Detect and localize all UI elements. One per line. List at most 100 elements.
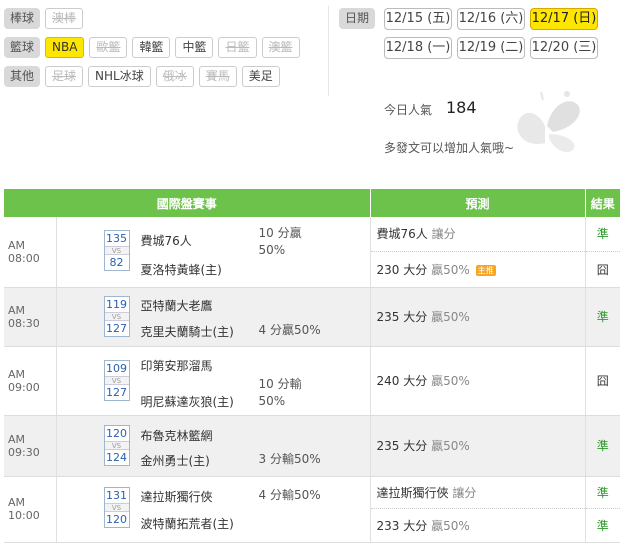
- result-badge: 準: [585, 476, 621, 509]
- date-row-2: 12/18 (一) 12/19 (二) 12/20 (三): [384, 37, 604, 59]
- table-row: AM 09:30 120 VS 124 布魯克林籃網 金州勇士(主) 3 分輸5…: [4, 415, 621, 477]
- date-button-1220[interactable]: 12/20 (三): [530, 37, 598, 59]
- prediction-main: 235 大分: [376, 439, 428, 453]
- date-button-1219[interactable]: 12/19 (二): [457, 37, 525, 59]
- odds-line: 4 分輸50%: [258, 487, 321, 502]
- date-label: 日期: [339, 8, 376, 29]
- recommended-badge: 主推: [475, 264, 496, 276]
- score-home: 120: [106, 512, 127, 526]
- prediction-odds: 贏50%: [431, 518, 470, 533]
- tag-euro-basketball: 歐籃: [89, 37, 128, 58]
- butterfly-logo-icon: [517, 91, 580, 153]
- score-home: 124: [106, 450, 127, 464]
- prediction-type: 讓分: [452, 485, 477, 500]
- game-time: AM 10:00: [4, 476, 57, 543]
- prediction: 235 大分 贏50%: [370, 287, 586, 347]
- score-box: 131 VS 120: [103, 486, 130, 528]
- odds-line: 4 分贏50%: [258, 322, 321, 337]
- date-button-1218[interactable]: 12/18 (一): [384, 37, 452, 59]
- tag-soccer: 足球: [45, 66, 84, 87]
- prediction-main: 費城76人: [376, 227, 428, 242]
- tag-horse-racing: 賽馬: [198, 66, 237, 87]
- team-away[interactable]: 印第安那溜馬: [141, 357, 213, 374]
- prediction-main: 達拉斯獨行俠: [376, 485, 449, 500]
- tag-china-basketball[interactable]: 中籃: [175, 37, 214, 58]
- header-result: 結果: [585, 189, 621, 217]
- team-home[interactable]: 明尼蘇達灰狼(主): [141, 393, 234, 410]
- date-button-1215[interactable]: 12/15 (五): [384, 8, 452, 30]
- prediction-odds: 贏50%: [431, 439, 470, 453]
- score-box: 120 VS 124: [103, 424, 130, 466]
- header-predict: 預測: [370, 189, 586, 217]
- tag-nhl[interactable]: NHL冰球: [88, 66, 151, 87]
- prediction: 費城76人 讓分: [370, 217, 586, 252]
- match-cell: 135 VS 82 費城76人 夏洛特黃蜂(主) 10 分贏 50%: [56, 217, 371, 288]
- score-away: 135: [106, 232, 127, 245]
- odds-line: 3 分輸50%: [258, 451, 321, 466]
- team-away[interactable]: 費城76人: [141, 232, 192, 249]
- team-away[interactable]: 亞特蘭大老鷹: [141, 297, 213, 314]
- tag-japan-basketball: 日籃: [218, 37, 257, 58]
- popularity-count: 184: [446, 98, 477, 117]
- score-home: 127: [106, 321, 127, 335]
- category-row-basketball: 籃球 NBA 歐籃 韓籃 中籃 日籃 澳籃: [4, 37, 300, 58]
- table-row: AM 08:30 119 VS 127 亞特蘭大老鷹 克里夫蘭騎士(主) 4 分…: [4, 287, 621, 347]
- score-home: 127: [106, 385, 127, 399]
- divider: [328, 6, 329, 96]
- tag-nba[interactable]: NBA: [45, 37, 85, 58]
- team-home[interactable]: 克里夫蘭騎士(主): [141, 323, 234, 340]
- vs-label: VS: [104, 440, 129, 450]
- score-away: 131: [106, 488, 127, 502]
- tag-korea-basketball[interactable]: 韓籃: [132, 37, 171, 58]
- team-home[interactable]: 金州勇士(主): [141, 452, 210, 469]
- table-row: AM 10:00 131 VS 120 達拉斯獨行俠 波特蘭拓荒者(主) 4 分…: [4, 476, 621, 543]
- vs-label: VS: [104, 246, 129, 255]
- category-label: 棒球: [4, 8, 41, 29]
- prediction: 233 大分 贏50%: [370, 508, 586, 543]
- vs-label: VS: [104, 311, 129, 321]
- prediction: 235 大分 贏50%: [370, 415, 586, 477]
- odds: 10 分輸 50%: [259, 376, 302, 410]
- odds-line: 10 分贏: [258, 226, 302, 240]
- score-away: 119: [106, 297, 127, 311]
- team-away[interactable]: 達拉斯獨行俠: [141, 488, 213, 505]
- vs-label: VS: [104, 375, 129, 385]
- prediction-main: 233 大分: [376, 518, 428, 533]
- date-button-1216[interactable]: 12/16 (六): [457, 8, 525, 30]
- date-button-1217[interactable]: 12/17 (日): [530, 8, 598, 30]
- prediction: 達拉斯獨行俠 讓分: [370, 476, 586, 509]
- odds-line-sub: 50%: [258, 243, 286, 257]
- tag-aus-baseball: 澳棒: [45, 8, 84, 29]
- game-time: AM 08:30: [4, 287, 57, 347]
- score-box: 109 VS 127: [103, 359, 130, 401]
- tag-american-football[interactable]: 美足: [241, 66, 280, 87]
- result-badge: 準: [585, 508, 621, 543]
- game-time: AM 09:00: [4, 346, 57, 416]
- tag-aus-basketball: 澳籃: [261, 37, 300, 58]
- match-cell: 119 VS 127 亞特蘭大老鷹 克里夫蘭騎士(主) 4 分贏50%: [56, 287, 371, 347]
- table-row: AM 09:00 109 VS 127 印第安那溜馬 明尼蘇達灰狼(主) 10 …: [4, 346, 621, 416]
- prediction-main: 230 大分: [376, 262, 428, 277]
- team-home[interactable]: 夏洛特黃蜂(主): [141, 261, 222, 278]
- prediction-main: 235 大分: [376, 310, 428, 324]
- table-row: AM 08:00 135 VS 82 費城76人 夏洛特黃蜂(主) 10 分贏 …: [4, 217, 621, 288]
- category-label: 其他: [4, 66, 41, 87]
- score-home: 82: [109, 256, 124, 269]
- score-away: 109: [106, 361, 127, 375]
- game-time: AM 08:00: [4, 217, 57, 288]
- match-cell: 109 VS 127 印第安那溜馬 明尼蘇達灰狼(主) 10 分輸 50%: [56, 346, 371, 416]
- tag-russia-hockey: 俄冰: [155, 66, 194, 87]
- vs-label: VS: [104, 502, 129, 512]
- prediction-main: 240 大分: [376, 374, 428, 388]
- games-table: 國際盤賽事 預測 結果 AM 08:00 135 VS 82 費城76人 夏洛特…: [4, 189, 621, 543]
- result-badge: 準: [585, 415, 621, 477]
- team-away[interactable]: 布魯克林籃網: [141, 427, 213, 444]
- prediction-odds: 贏50%: [431, 374, 470, 388]
- result-badge: 囧: [585, 251, 621, 288]
- team-home[interactable]: 波特蘭拓荒者(主): [141, 515, 234, 532]
- popularity-note: 多發文可以增加人氣哦~: [384, 141, 515, 155]
- header-match: 國際盤賽事: [4, 189, 371, 217]
- popularity-label: 今日人氣: [384, 103, 433, 117]
- prediction-odds: 贏50%: [431, 310, 470, 324]
- score-box: 119 VS 127: [103, 295, 130, 337]
